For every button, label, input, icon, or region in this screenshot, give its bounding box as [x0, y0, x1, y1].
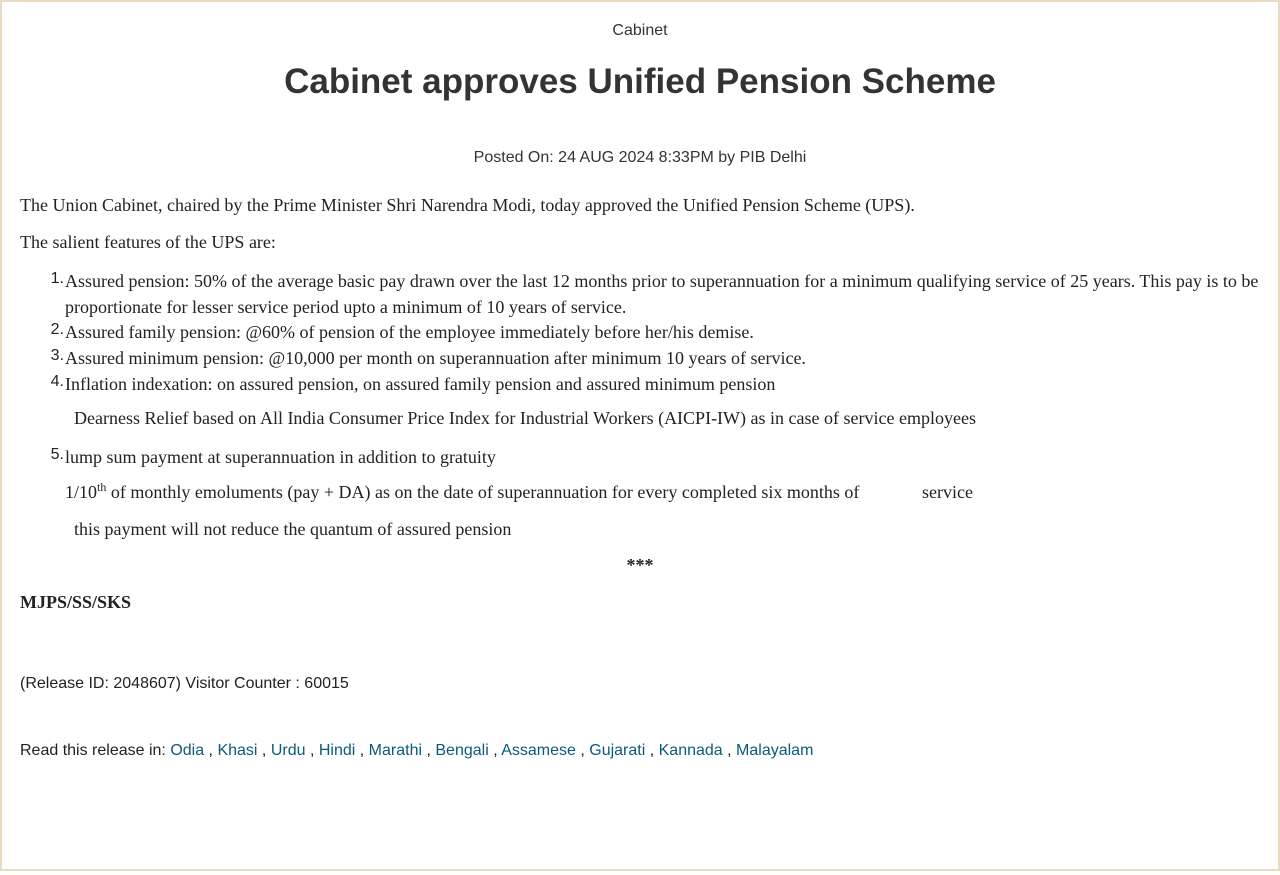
- read-in-languages: Read this release in: Odia , Khasi , Urd…: [20, 742, 814, 759]
- language-link-marathi[interactable]: Marathi: [369, 742, 422, 759]
- language-link-assamese[interactable]: Assamese: [501, 742, 576, 759]
- language-link-khasi[interactable]: Khasi: [217, 742, 257, 759]
- language-link-urdu[interactable]: Urdu: [271, 742, 306, 759]
- language-link-bengali[interactable]: Bengali: [435, 742, 488, 759]
- release-id: (Release ID: 2048607) Visitor Counter : …: [20, 675, 349, 692]
- signature: MJPS/SS/SKS: [20, 592, 132, 612]
- lump-sum-detail: 1/10th of monthly emoluments (pay + DA) …: [65, 480, 860, 502]
- language-link-hindi[interactable]: Hindi: [319, 742, 355, 759]
- ministry-label: Cabinet: [612, 22, 668, 39]
- lump-sum-service: service: [922, 482, 973, 502]
- language-link-kannada[interactable]: Kannada: [659, 742, 723, 759]
- read-in-label: Read this release in:: [20, 742, 171, 759]
- features-heading: The salient features of the UPS are:: [20, 232, 276, 252]
- language-link-malayalam[interactable]: Malayalam: [736, 742, 813, 759]
- language-link-gujarati[interactable]: Gujarati: [589, 742, 645, 759]
- language-link-odia[interactable]: Odia: [170, 742, 204, 759]
- press-release-frame: Cabinet Cabinet approves Unified Pension…: [0, 0, 1280, 871]
- separator-stars: ***: [626, 555, 654, 575]
- page-title: Cabinet approves Unified Pension Scheme: [284, 62, 996, 101]
- lump-sum-note: this payment will not reduce the quantum…: [74, 519, 512, 539]
- posted-on: Posted On: 24 AUG 2024 8:33PM by PIB Del…: [473, 149, 807, 166]
- dearness-note: Dearness Relief based on All India Consu…: [74, 408, 976, 428]
- intro-paragraph: The Union Cabinet, chaired by the Prime …: [20, 195, 915, 215]
